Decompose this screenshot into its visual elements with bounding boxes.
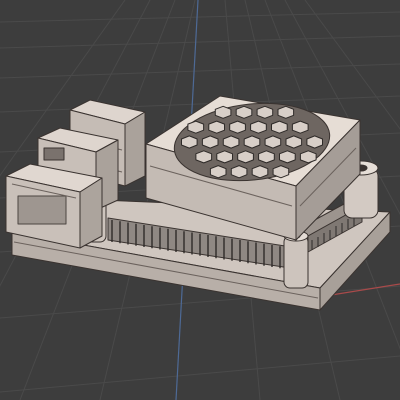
grille-hex xyxy=(285,135,303,149)
grille-hex xyxy=(201,135,219,149)
grille-hex xyxy=(229,120,246,134)
grille-hex xyxy=(208,120,225,134)
grille-hex xyxy=(222,135,240,149)
grille-hex xyxy=(264,135,282,149)
grille-hex xyxy=(256,105,274,119)
grille-hex xyxy=(181,135,198,149)
grille-hex xyxy=(235,105,253,119)
grille-hex xyxy=(237,150,254,164)
viewport-canvas[interactable] xyxy=(0,0,400,400)
grille-hex xyxy=(195,150,213,164)
grille-hex xyxy=(243,135,261,149)
grille-hex xyxy=(187,120,205,134)
3d-viewport[interactable] xyxy=(0,0,400,400)
ethernet-port xyxy=(5,163,103,249)
grille-hex xyxy=(306,135,323,149)
grille-hex xyxy=(214,105,232,119)
grille-hex xyxy=(271,120,288,134)
grille-hex xyxy=(216,150,233,164)
grille-hex xyxy=(279,150,296,164)
grille-hex xyxy=(258,150,275,164)
grille-hex xyxy=(230,165,248,179)
grille-hex xyxy=(251,165,269,179)
grille-hex xyxy=(209,165,227,179)
grille-hex xyxy=(277,105,295,119)
grille-hex xyxy=(250,120,267,134)
grille-hex xyxy=(299,150,317,164)
board-model[interactable] xyxy=(5,95,391,311)
grille-hex xyxy=(291,120,309,134)
grille-hex xyxy=(272,165,290,179)
